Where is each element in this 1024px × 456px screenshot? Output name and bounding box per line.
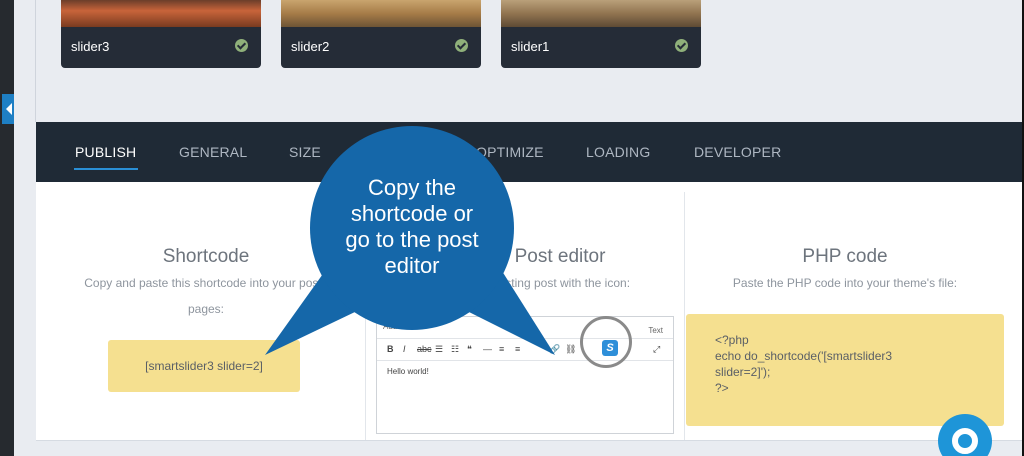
- callout-bubble: Copy the shortcode or go to the post edi…: [310, 126, 514, 330]
